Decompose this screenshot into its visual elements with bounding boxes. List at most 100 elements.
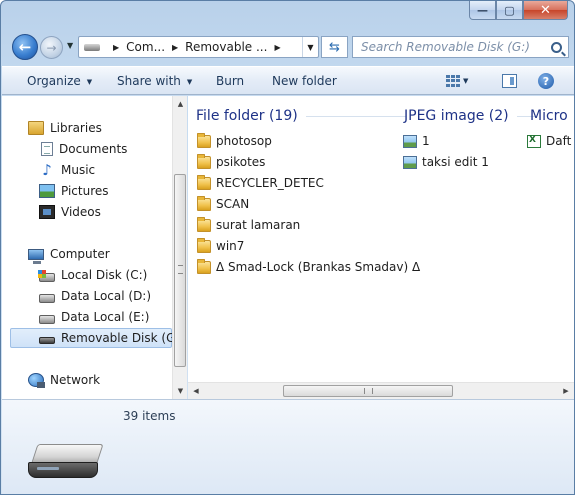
search-placeholder: Search Removable Disk (G:) (361, 40, 530, 54)
refresh-icon: ⇆ (329, 39, 340, 55)
nav-label: Removable Disk (G:) (61, 331, 185, 345)
group-header-divider (305, 115, 406, 117)
scrollbar-thumb[interactable] (174, 174, 186, 367)
breadcrumb-computer[interactable]: Com... (126, 40, 165, 54)
scroll-left-icon[interactable]: ◀ (188, 383, 204, 399)
image-file-item[interactable]: 1 (403, 132, 430, 150)
back-button[interactable]: ← (12, 34, 38, 60)
excel-file-item[interactable]: Daft (527, 132, 571, 150)
nav-data-local-e[interactable]: Data Local (E:) (39, 307, 149, 327)
group-header-label: JPEG image (2) (404, 108, 509, 124)
hard-disk-icon (39, 293, 55, 303)
help-button[interactable]: ? (538, 73, 554, 89)
jpeg-image-icon (403, 134, 417, 148)
folder-item[interactable]: win7 (197, 237, 244, 255)
excel-file-icon (527, 134, 541, 148)
chevron-down-icon: ▼ (86, 78, 93, 86)
command-bar: Organize ▼ Share with ▼ Burn New folder ▼ … (2, 66, 574, 95)
folder-icon (197, 174, 211, 190)
burn-button[interactable]: Burn (216, 74, 244, 88)
folder-name: Δ Smad-Lock (Brankas Smadav) Δ (216, 260, 421, 274)
nav-network[interactable]: Network (28, 370, 100, 390)
search-input[interactable]: Search Removable Disk (G:) (352, 36, 569, 58)
address-dropdown-icon[interactable]: ▼ (302, 37, 318, 57)
scroll-down-icon[interactable]: ▼ (173, 383, 188, 399)
breadcrumb-separator-icon[interactable]: ▶ (113, 43, 119, 52)
share-with-label: Share with (117, 74, 181, 88)
nav-label: Documents (59, 142, 128, 156)
breadcrumb-removable-disk[interactable]: Removable ... (185, 40, 267, 54)
hard-disk-icon (38, 269, 55, 282)
nav-pictures[interactable]: Pictures (39, 181, 109, 201)
nav-label: Pictures (61, 184, 109, 198)
views-icon (446, 75, 460, 87)
nav-libraries[interactable]: Libraries (28, 118, 102, 138)
file-name: Daft (546, 134, 572, 148)
jpeg-image-icon (403, 155, 417, 169)
folder-item[interactable]: surat lamaran (197, 216, 300, 234)
organize-button[interactable]: Organize ▼ (27, 74, 92, 88)
nav-data-local-d[interactable]: Data Local (D:) (39, 286, 151, 306)
change-view-button[interactable]: ▼ (446, 73, 468, 89)
preview-pane-icon (510, 77, 514, 85)
new-folder-button[interactable]: New folder (272, 74, 337, 88)
breadcrumb-separator-icon[interactable]: ▶ (274, 43, 280, 52)
close-button[interactable]: ✕ (523, 1, 568, 20)
documents-icon (41, 142, 53, 156)
nav-videos[interactable]: Videos (39, 202, 101, 222)
recent-pages-dropdown[interactable]: ▼ (67, 41, 73, 50)
folder-item[interactable]: RECYCLER_DETEC (197, 174, 324, 192)
minimize-button[interactable]: — (469, 1, 496, 20)
forward-button[interactable]: → (40, 36, 63, 59)
folder-name: win7 (216, 239, 245, 253)
maximize-button[interactable]: ▢ (496, 1, 523, 20)
folder-icon (197, 153, 211, 169)
drive-icon (84, 43, 100, 51)
refresh-button[interactable]: ⇆ (321, 36, 348, 58)
folder-name: surat lamaran (216, 218, 301, 232)
folder-icon (197, 237, 211, 253)
nav-label: Data Local (D:) (61, 289, 152, 303)
group-header-jpeg[interactable]: JPEG image (2) (404, 108, 535, 124)
nav-documents[interactable]: Documents (39, 139, 127, 159)
group-header-micro[interactable]: Micro (530, 108, 568, 124)
folder-item[interactable]: psikotes (197, 153, 265, 171)
nav-label: Local Disk (C:) (61, 268, 148, 282)
scroll-up-icon[interactable]: ▲ (173, 96, 188, 112)
back-arrow-icon: ← (18, 38, 32, 56)
address-bar[interactable]: ▶ Com... ▶ Removable ... ▶ ▼ (78, 36, 319, 58)
file-name: taksi edit 1 (422, 155, 489, 169)
caption-buttons: — ▢ ✕ (469, 1, 568, 20)
share-with-button[interactable]: Share with ▼ (117, 74, 192, 88)
image-file-item[interactable]: taksi edit 1 (403, 153, 489, 171)
folder-item[interactable]: Δ Smad-Lock (Brankas Smadav) Δ (197, 258, 420, 276)
removable-disk-icon (39, 337, 55, 344)
folder-icon (197, 216, 211, 232)
nav-label: Music (61, 163, 96, 177)
chevron-down-icon: ▼ (463, 77, 469, 85)
search-icon[interactable] (551, 41, 562, 53)
folder-icon (197, 195, 211, 211)
nav-scrollbar[interactable]: ▲ ▼ (172, 96, 187, 399)
pictures-icon (39, 184, 55, 198)
file-name: 1 (422, 134, 430, 148)
breadcrumb-separator-icon[interactable]: ▶ (172, 43, 178, 52)
folder-name: psikotes (216, 155, 266, 169)
preview-pane-button[interactable] (502, 74, 517, 88)
folder-name: SCAN (216, 197, 250, 211)
group-header-file-folder[interactable]: File folder (19) (196, 108, 406, 124)
nav-removable-disk-g[interactable]: Removable Disk (G:) (10, 328, 184, 348)
folder-item[interactable]: SCAN (197, 195, 249, 213)
nav-local-disk-c[interactable]: Local Disk (C:) (38, 265, 148, 285)
scroll-right-icon[interactable]: ▶ (558, 383, 574, 399)
scrollbar-thumb[interactable] (283, 385, 453, 397)
windows-logo-icon (38, 269, 46, 278)
nav-music[interactable]: ♪ Music (39, 160, 95, 180)
content-horizontal-scrollbar[interactable]: ◀ ▶ (188, 382, 574, 399)
folder-name: photosop (216, 134, 272, 148)
forward-arrow-icon: → (46, 40, 57, 55)
folder-item[interactable]: photosop (197, 132, 272, 150)
nav-label: Computer (50, 247, 110, 261)
nav-computer[interactable]: Computer (28, 244, 110, 264)
nav-label: Data Local (E:) (61, 310, 150, 324)
